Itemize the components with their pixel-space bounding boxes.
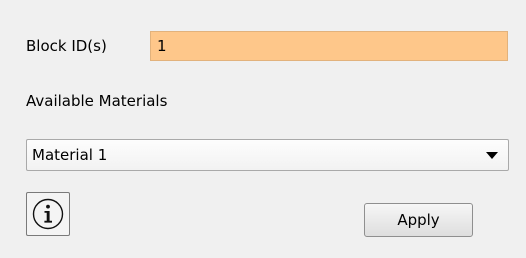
material-dropdown-value: Material 1: [32, 146, 108, 164]
block-ids-input[interactable]: [150, 31, 508, 61]
chevron-down-icon: [486, 152, 498, 159]
material-assignment-panel: Block ID(s) Available Materials Material…: [0, 0, 526, 258]
apply-button[interactable]: Apply: [364, 203, 473, 237]
material-dropdown[interactable]: Material 1: [26, 139, 509, 171]
info-button[interactable]: [26, 192, 70, 236]
block-ids-label: Block ID(s): [26, 37, 107, 55]
available-materials-label: Available Materials: [26, 92, 168, 110]
info-icon: [32, 198, 64, 230]
